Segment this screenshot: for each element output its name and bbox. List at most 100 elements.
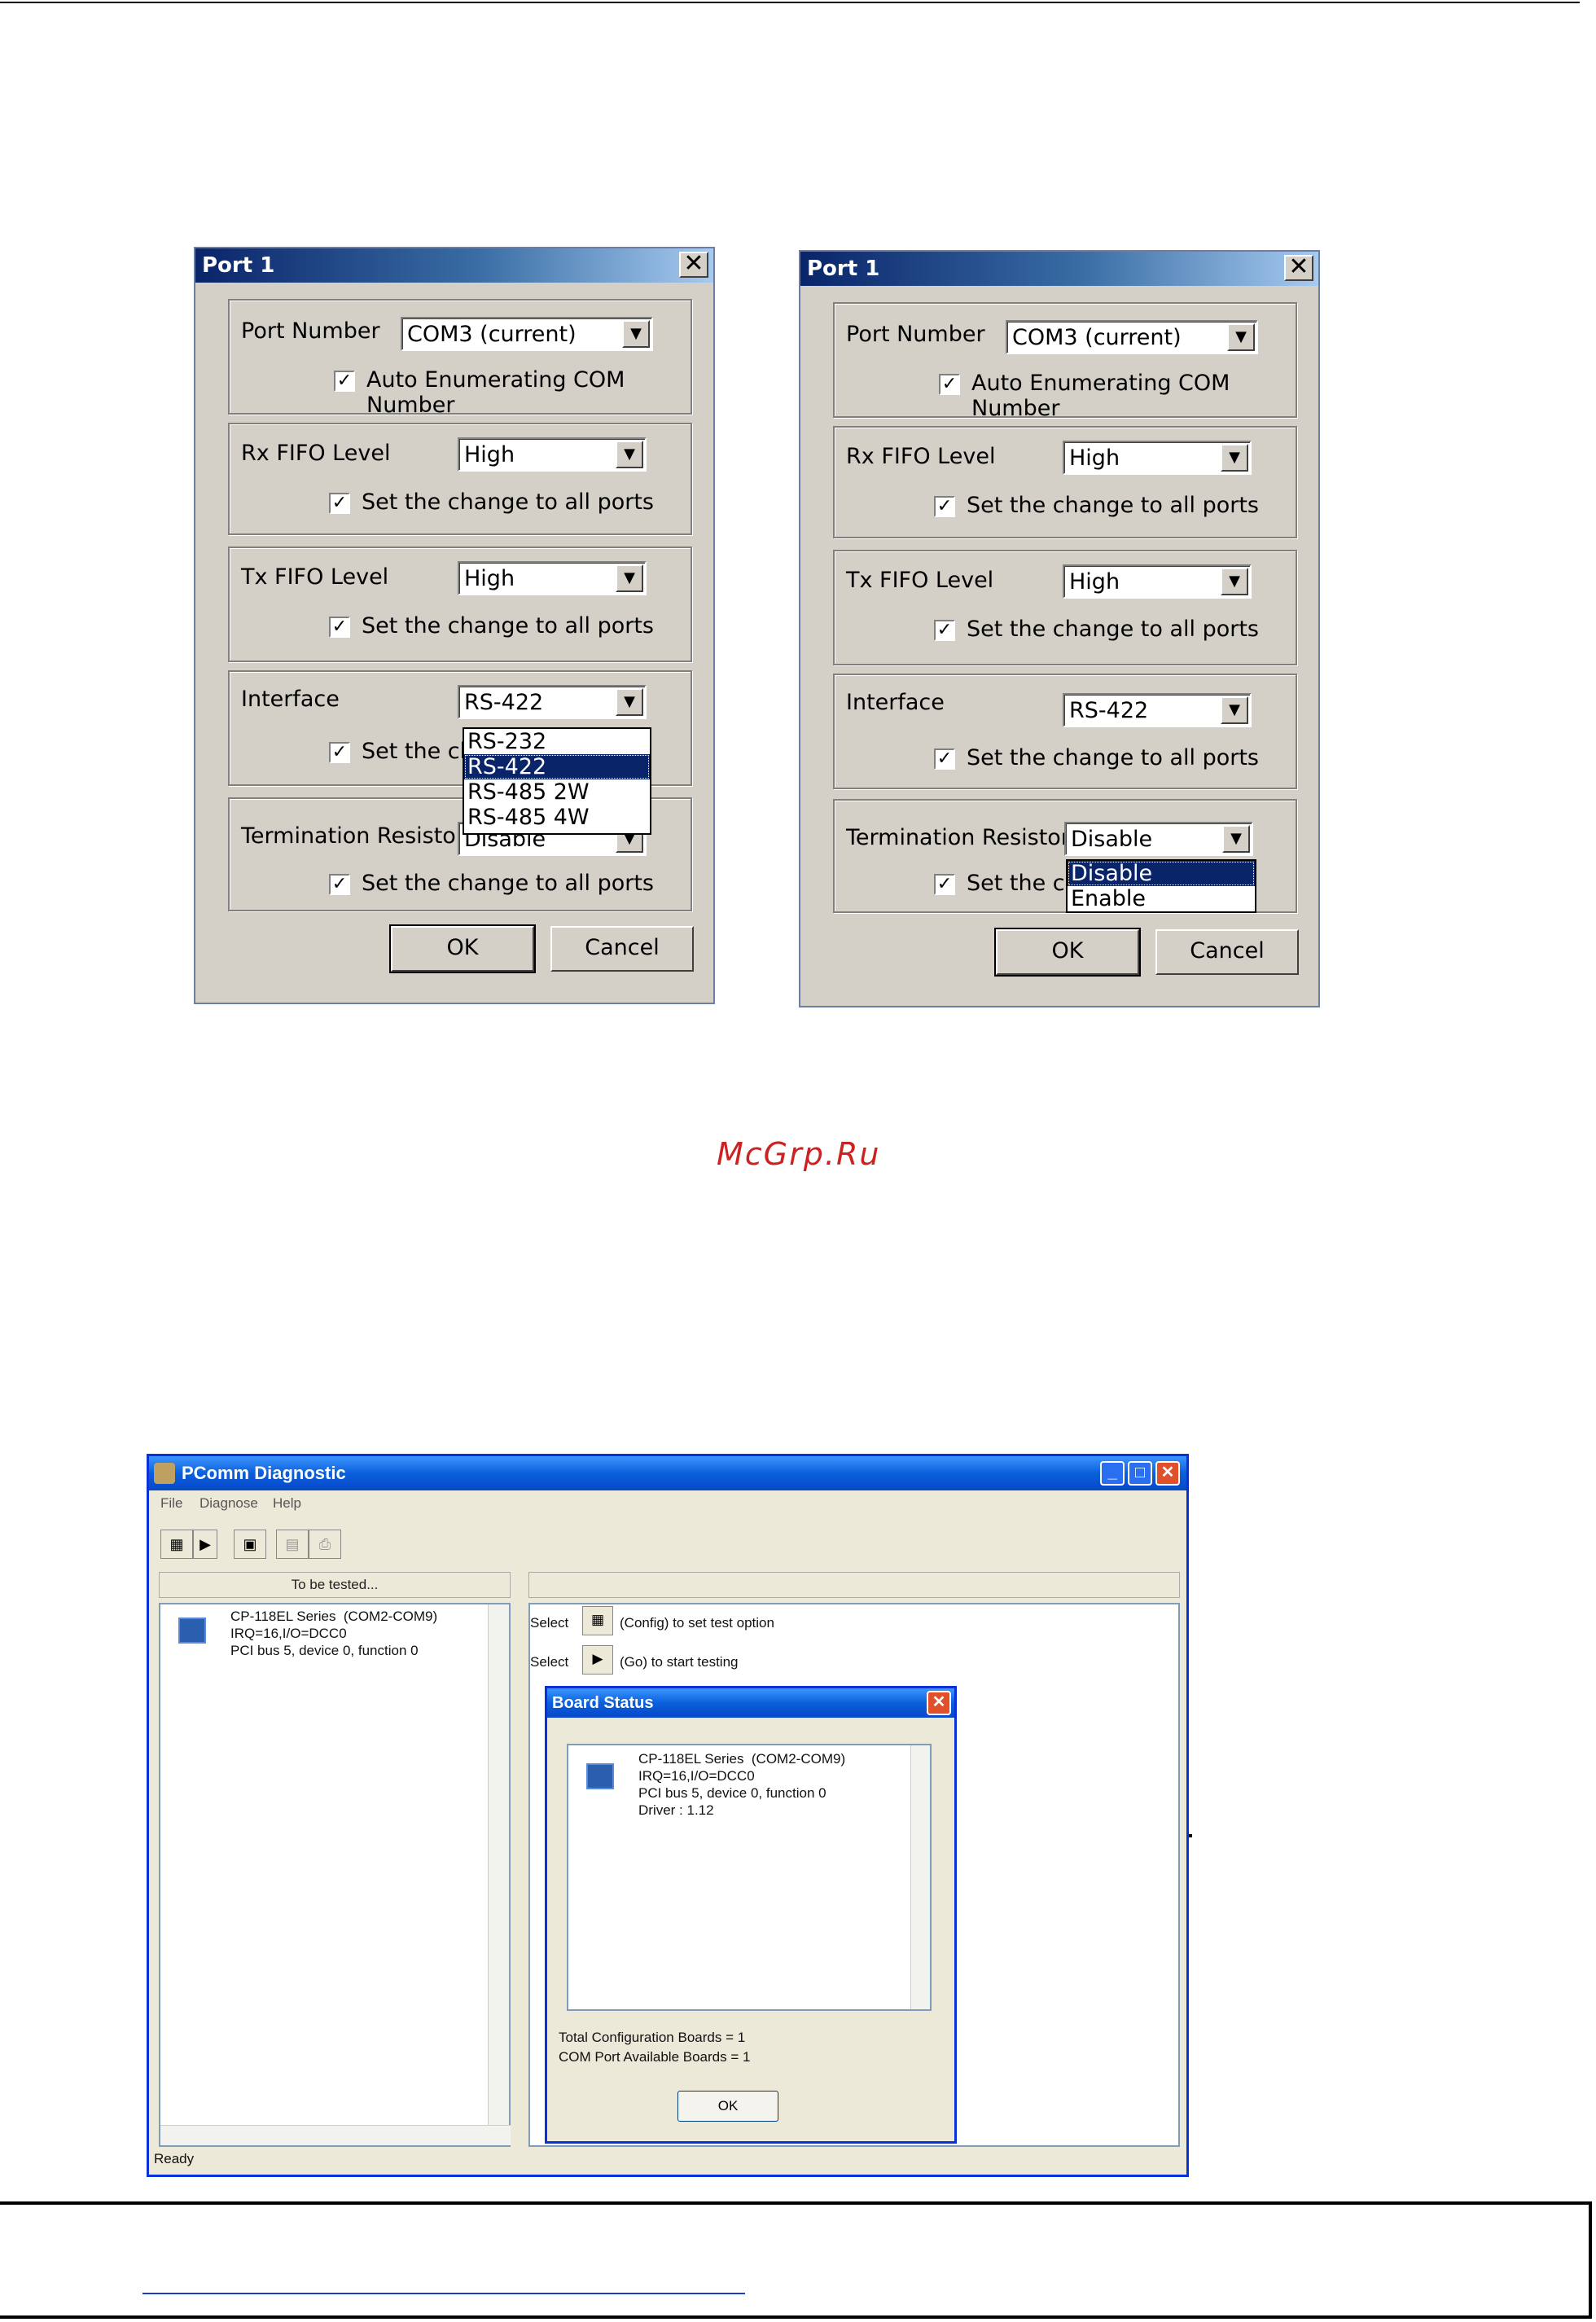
config-icon[interactable]: ▦ bbox=[582, 1606, 613, 1635]
print-button[interactable]: ⎙ bbox=[309, 1530, 341, 1559]
config-button[interactable]: ▦ bbox=[160, 1530, 193, 1559]
termination-apply-label: Set the ch bbox=[967, 871, 1079, 896]
termination-select[interactable]: Disable ▼ bbox=[1064, 822, 1253, 856]
minimize-button[interactable]: _ bbox=[1100, 1461, 1125, 1486]
save-button[interactable]: ▤ bbox=[276, 1530, 309, 1559]
chevron-down-icon[interactable]: ▼ bbox=[1221, 444, 1248, 472]
termination-label: Termination Resistor bbox=[846, 825, 1070, 850]
chevron-down-icon[interactable]: ▼ bbox=[616, 688, 643, 716]
minimize-icon: _ bbox=[1107, 1464, 1117, 1481]
menu-help[interactable]: Help bbox=[273, 1495, 301, 1512]
menu-file[interactable]: File bbox=[160, 1495, 182, 1512]
close-button[interactable]: ✕ bbox=[927, 1691, 951, 1715]
rx-fifo-value: High bbox=[464, 442, 515, 467]
interface-value: RS-422 bbox=[1069, 698, 1149, 723]
chevron-down-icon[interactable]: ▼ bbox=[1221, 696, 1248, 724]
board-status-list: CP-118EL Series (COM2-COM9) IRQ=16,I/O=D… bbox=[567, 1744, 932, 2011]
stop-button[interactable]: ▣ bbox=[234, 1530, 266, 1559]
board-icon bbox=[586, 1763, 614, 1789]
pcomm-diagnostic-window: PComm Diagnostic _ □ ✕ File Diagnose Hel… bbox=[147, 1454, 1189, 2177]
print-icon: ⎙ bbox=[318, 1536, 331, 1552]
board-status-title: Board Status bbox=[547, 1688, 954, 1718]
chevron-down-icon[interactable]: ▼ bbox=[616, 564, 643, 592]
go-button[interactable]: ▶ bbox=[193, 1530, 217, 1559]
termination-option-disable[interactable]: Disable bbox=[1068, 861, 1255, 886]
rx-apply-checkbox[interactable]: ✓ bbox=[934, 496, 955, 517]
port-dialog-right: Port 1 ✕ Port Number COM3 (current) ▼ ✓ … bbox=[799, 250, 1320, 1007]
port-number-select[interactable]: COM3 (current) ▼ bbox=[1006, 320, 1258, 354]
chevron-down-icon[interactable]: ▼ bbox=[616, 441, 643, 468]
close-button[interactable]: ✕ bbox=[679, 252, 708, 278]
chevron-down-icon[interactable]: ▼ bbox=[1222, 825, 1250, 853]
termination-apply-checkbox[interactable]: ✓ bbox=[329, 874, 350, 895]
auto-enum-checkbox[interactable]: ✓ bbox=[939, 374, 960, 395]
interface-option-rs232[interactable]: RS-232 bbox=[464, 729, 650, 754]
close-button[interactable]: ✕ bbox=[1155, 1461, 1180, 1486]
right-pane-header bbox=[528, 1572, 1180, 1598]
interface-option-rs485-4w[interactable]: RS-485 4W bbox=[464, 805, 650, 830]
close-icon: ✕ bbox=[932, 1693, 946, 1711]
interface-select[interactable]: RS-422 ▼ bbox=[458, 685, 647, 719]
close-button[interactable]: ✕ bbox=[1284, 255, 1313, 281]
tx-apply-checkbox[interactable]: ✓ bbox=[934, 620, 955, 641]
port-number-select[interactable]: COM3 (current) ▼ bbox=[401, 317, 653, 351]
interface-option-rs422[interactable]: RS-422 bbox=[464, 754, 650, 779]
ok-button[interactable]: OK bbox=[389, 924, 536, 973]
maximize-button[interactable]: □ bbox=[1128, 1461, 1152, 1486]
close-icon: ✕ bbox=[683, 249, 704, 278]
termination-value: Disable bbox=[1071, 827, 1153, 852]
to-be-tested-header: To be tested... bbox=[159, 1572, 511, 1598]
auto-enum-checkbox[interactable]: ✓ bbox=[334, 371, 355, 392]
tx-fifo-value: High bbox=[464, 566, 515, 591]
interface-option-rs485-2w[interactable]: RS-485 2W bbox=[464, 779, 650, 805]
port-number-value: COM3 (current) bbox=[407, 322, 577, 347]
termination-apply-checkbox[interactable]: ✓ bbox=[934, 874, 955, 895]
available-boards-text: COM Port Available Boards = 1 bbox=[559, 2049, 751, 2065]
ok-button[interactable]: OK bbox=[677, 2091, 778, 2122]
port-number-label: Port Number bbox=[241, 318, 380, 344]
rx-fifo-select[interactable]: High ▼ bbox=[1063, 441, 1252, 475]
footer-link-underline[interactable] bbox=[142, 2293, 745, 2294]
interface-select[interactable]: RS-422 ▼ bbox=[1063, 693, 1252, 727]
menu-diagnose[interactable]: Diagnose bbox=[200, 1495, 258, 1512]
tx-fifo-group: Tx FIFO Level High ▼ ✓ Set the change to… bbox=[228, 546, 692, 662]
chevron-down-icon[interactable]: ▼ bbox=[1221, 568, 1248, 595]
horizontal-scrollbar[interactable] bbox=[160, 2125, 511, 2145]
cancel-button[interactable]: Cancel bbox=[550, 926, 694, 972]
rx-fifo-group: Rx FIFO Level High ▼ ✓ Set the change to… bbox=[833, 426, 1297, 538]
interface-apply-checkbox[interactable]: ✓ bbox=[934, 748, 955, 770]
termination-option-enable[interactable]: Enable bbox=[1068, 886, 1255, 911]
maximize-icon: □ bbox=[1134, 1464, 1146, 1481]
termination-dropdown-list: Disable Enable bbox=[1066, 859, 1256, 913]
cancel-button[interactable]: Cancel bbox=[1155, 929, 1299, 975]
config-hint: (Config) to set test option bbox=[620, 1615, 774, 1631]
dialog-title: Port 1 bbox=[800, 252, 1318, 286]
vertical-scrollbar[interactable] bbox=[910, 1745, 930, 2009]
dot bbox=[1189, 1834, 1192, 1837]
interface-group: Interface RS-422 ▼ ✓ Set the change to a… bbox=[833, 674, 1297, 789]
total-boards-text: Total Configuration Boards = 1 bbox=[559, 2030, 746, 2045]
rx-apply-label: Set the change to all ports bbox=[967, 493, 1259, 518]
rx-fifo-group: Rx FIFO Level High ▼ ✓ Set the change to… bbox=[228, 423, 692, 535]
chevron-down-icon[interactable]: ▼ bbox=[1227, 323, 1255, 351]
tx-fifo-select[interactable]: High ▼ bbox=[458, 561, 647, 595]
rx-fifo-select[interactable]: High ▼ bbox=[458, 437, 647, 472]
ok-button[interactable]: OK bbox=[994, 928, 1141, 977]
interface-apply-checkbox[interactable]: ✓ bbox=[329, 742, 350, 763]
play-icon[interactable]: ▶ bbox=[582, 1645, 613, 1675]
tx-fifo-select[interactable]: High ▼ bbox=[1063, 564, 1252, 599]
interface-apply-label: Set the change to all ports bbox=[967, 745, 1259, 770]
chevron-down-icon[interactable]: ▼ bbox=[622, 320, 650, 348]
app-icon bbox=[154, 1463, 175, 1484]
rx-fifo-label: Rx FIFO Level bbox=[846, 444, 996, 469]
board-list-pane: CP-118EL Series (COM2-COM9) IRQ=16,I/O=D… bbox=[159, 1603, 511, 2147]
tx-fifo-label: Tx FIFO Level bbox=[846, 568, 994, 593]
board-status-text: CP-118EL Series (COM2-COM9) IRQ=16,I/O=D… bbox=[638, 1751, 846, 1818]
vertical-scrollbar[interactable] bbox=[488, 1604, 509, 2126]
tx-apply-checkbox[interactable]: ✓ bbox=[329, 617, 350, 638]
port-number-group: Port Number COM3 (current) ▼ ✓ Auto Enum… bbox=[228, 299, 692, 418]
status-bar: Ready bbox=[154, 2151, 195, 2166]
board-list-item[interactable]: CP-118EL Series (COM2-COM9) IRQ=16,I/O=D… bbox=[230, 1608, 437, 1659]
rx-fifo-value: High bbox=[1069, 446, 1120, 471]
rx-apply-checkbox[interactable]: ✓ bbox=[329, 493, 350, 514]
